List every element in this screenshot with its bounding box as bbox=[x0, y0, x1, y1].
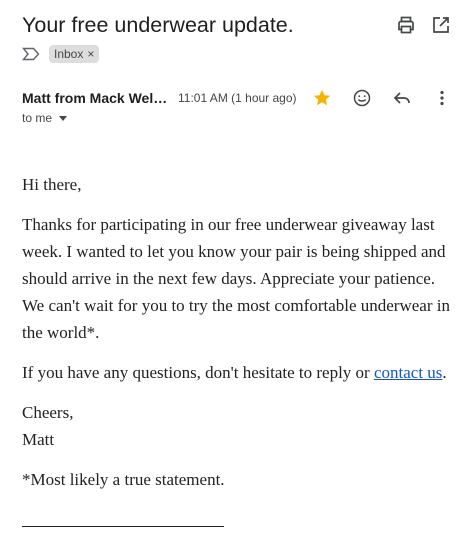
email-subject: Your free underwear update. bbox=[22, 13, 294, 37]
sender-name[interactable]: Matt from Mack Weldon bbox=[22, 89, 170, 107]
signoff-block: Cheers, Matt bbox=[22, 399, 452, 453]
recipient-dropdown[interactable]: to me bbox=[22, 110, 68, 126]
signature-divider bbox=[22, 526, 224, 527]
star-icon[interactable] bbox=[312, 88, 332, 108]
importance-marker-icon[interactable] bbox=[22, 47, 40, 61]
recipient-text: to me bbox=[22, 111, 53, 125]
footnote: *Most likely a true statement. bbox=[22, 470, 225, 489]
paragraph-1: Thanks for participating in our free und… bbox=[22, 215, 450, 342]
paragraph-2: If you have any questions, don't hesitat… bbox=[22, 359, 452, 386]
label-row: Inbox × bbox=[22, 44, 100, 64]
contact-us-link[interactable]: contact us bbox=[374, 363, 442, 382]
remove-label-button[interactable]: × bbox=[87, 45, 94, 63]
emoji-icon[interactable] bbox=[352, 88, 372, 108]
chevron-down-icon[interactable] bbox=[59, 115, 68, 121]
email-timestamp: 11:01 AM (1 hour ago) bbox=[178, 91, 297, 105]
reply-icon[interactable] bbox=[392, 88, 412, 108]
inbox-label-text: Inbox bbox=[54, 47, 84, 61]
open-in-new-window-icon[interactable] bbox=[431, 15, 451, 35]
signoff: Cheers, bbox=[22, 403, 74, 422]
email-body: Hi there, Thanks for participating in ou… bbox=[22, 171, 452, 527]
paragraph-2-end: . bbox=[442, 363, 447, 382]
printer-icon[interactable] bbox=[396, 15, 416, 35]
more-vert-icon[interactable] bbox=[432, 88, 452, 108]
signature: Matt bbox=[22, 430, 55, 449]
greeting: Hi there, bbox=[22, 175, 82, 194]
inbox-label-chip[interactable]: Inbox × bbox=[49, 45, 100, 63]
paragraph-2-text: If you have any questions, don't hesitat… bbox=[22, 363, 374, 382]
